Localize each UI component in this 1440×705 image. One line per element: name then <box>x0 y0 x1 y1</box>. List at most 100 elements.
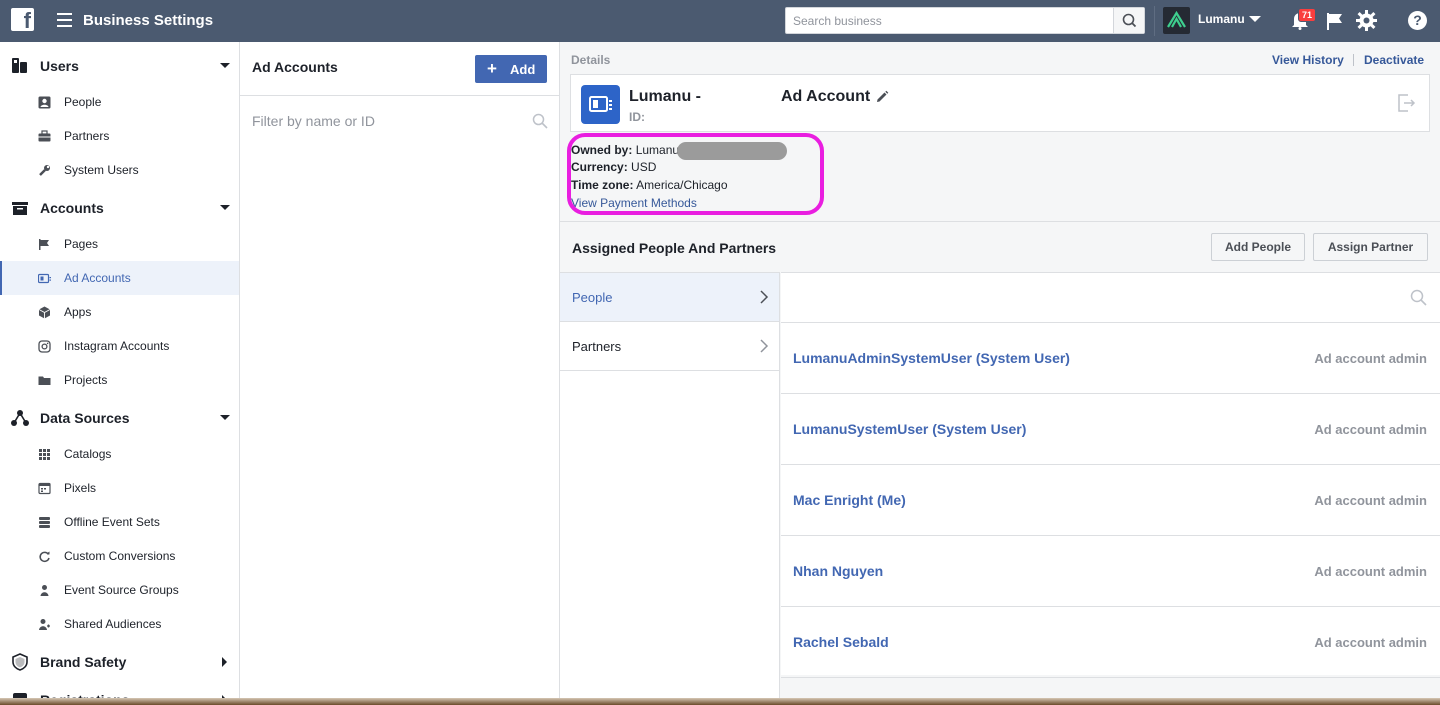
list-item[interactable]: LumanuSystemUser (System User) Ad accoun… <box>781 394 1440 465</box>
add-people-button[interactable]: Add People <box>1211 233 1305 261</box>
sidebar-item-shared-audiences[interactable]: Shared Audiences <box>0 607 239 641</box>
tab-partners[interactable]: Partners <box>560 322 779 371</box>
sidebar-item-event-source-groups[interactable]: Event Source Groups <box>0 573 239 607</box>
sidebar-item-offline-event-sets[interactable]: Offline Event Sets <box>0 505 239 539</box>
flag-icon <box>39 239 49 250</box>
sidebar-item-system-users[interactable]: System Users <box>0 153 239 187</box>
business-name[interactable]: Lumanu <box>1198 12 1245 26</box>
sidebar-item-label: Pages <box>64 237 99 251</box>
list-item[interactable]: LumanuAdminSystemUser (System User) Ad a… <box>781 323 1440 394</box>
lumanu-logo-icon <box>1167 10 1186 28</box>
app-title: Business Settings <box>83 12 214 29</box>
account-name: Lumanu - <box>629 88 701 105</box>
pencil-icon[interactable] <box>875 90 889 104</box>
sidebar-item-label: Partners <box>64 129 110 143</box>
account-type: Ad Account <box>781 88 871 105</box>
facebook-logo-icon[interactable]: f <box>11 8 34 31</box>
search-icon[interactable] <box>1410 289 1427 306</box>
ad-account-icon <box>38 273 51 284</box>
add-button-label: Add <box>510 62 536 77</box>
search-button[interactable] <box>1113 8 1144 33</box>
users-icon <box>12 58 27 73</box>
assign-partner-button[interactable]: Assign Partner <box>1313 233 1428 261</box>
person-name[interactable]: LumanuSystemUser (System User) <box>793 421 1026 437</box>
sidebar-item-label: Instagram Accounts <box>64 339 170 353</box>
person-icon <box>38 96 51 109</box>
menu-icon[interactable] <box>57 13 72 27</box>
details-heading: Details <box>571 53 611 67</box>
chevron-right-icon <box>760 290 769 304</box>
search-input[interactable] <box>786 8 1114 33</box>
sidebar-item-label: Offline Event Sets <box>64 515 160 529</box>
sidebar-section-users[interactable]: Users <box>0 48 239 84</box>
stack-icon <box>39 517 50 528</box>
top-bar: f Business Settings Lumanu 71 ? <box>0 0 1440 42</box>
sidebar-item-partners[interactable]: Partners <box>0 119 239 153</box>
divider <box>560 221 1440 222</box>
list-item[interactable]: Nhan Nguyen Ad account admin <box>781 536 1440 607</box>
sidebar-item-label: Shared Audiences <box>64 617 162 631</box>
person-name[interactable]: Rachel Sebald <box>793 634 889 650</box>
sidebar-section-data-sources[interactable]: Data Sources <box>0 400 239 436</box>
help-icon[interactable]: ? <box>1408 11 1427 30</box>
sidebar-item-ad-accounts[interactable]: Ad Accounts <box>0 261 239 295</box>
person-role: Ad account admin <box>1314 351 1427 366</box>
person-name[interactable]: Mac Enright (Me) <box>793 492 906 508</box>
tab-people[interactable]: People <box>560 273 779 322</box>
person-role: Ad account admin <box>1314 493 1427 508</box>
sidebar-section-accounts[interactable]: Accounts <box>0 190 239 226</box>
view-history-link[interactable]: View History <box>1272 53 1344 67</box>
account-info: Owned by: Lumanu Currency: USD Time zone… <box>567 133 831 215</box>
refresh-icon <box>39 551 50 563</box>
sidebar-item-label: System Users <box>64 163 139 177</box>
ad-account-icon <box>581 85 620 124</box>
sidebar-item-label: Ad Accounts <box>64 271 131 285</box>
cube-icon <box>38 306 51 319</box>
sidebar-item-projects[interactable]: Projects <box>0 363 239 397</box>
people-list: LumanuAdminSystemUser (System User) Ad a… <box>781 272 1440 678</box>
highlight-annotation <box>567 133 824 215</box>
deactivate-link[interactable]: Deactivate <box>1364 53 1424 67</box>
sidebar-section-label: Accounts <box>40 200 104 216</box>
account-header-card: Lumanu - Ad Account ID: <box>570 74 1430 132</box>
person-name[interactable]: LumanuAdminSystemUser (System User) <box>793 350 1070 366</box>
chevron-right-icon <box>760 339 769 353</box>
flag-icon[interactable] <box>1325 11 1345 31</box>
details-panel: Details View History Deactivate Lumanu -… <box>560 42 1440 705</box>
instagram-icon <box>38 340 51 353</box>
sidebar-item-label: People <box>64 95 102 109</box>
sidebar-section-label: Users <box>40 58 79 74</box>
sidebar-item-catalogs[interactable]: Catalogs <box>0 437 239 471</box>
person-name[interactable]: Nhan Nguyen <box>793 563 883 579</box>
sidebar-item-label: Apps <box>64 305 92 319</box>
person-role: Ad account admin <box>1314 422 1427 437</box>
exit-icon[interactable] <box>1395 92 1417 114</box>
ad-accounts-list-panel: Ad Accounts + Add <box>240 42 560 705</box>
topbar-divider <box>1154 6 1155 36</box>
sidebar-item-label: Event Source Groups <box>64 583 179 597</box>
person-role: Ad account admin <box>1314 635 1427 650</box>
chevron-down-icon <box>220 63 230 68</box>
accounts-icon <box>12 202 28 215</box>
chevron-down-icon[interactable] <box>1249 16 1261 22</box>
person-role: Ad account admin <box>1314 564 1427 579</box>
sidebar-item-pages[interactable]: Pages <box>0 227 239 261</box>
add-ad-account-button[interactable]: + Add <box>475 55 547 83</box>
gear-icon[interactable] <box>1356 10 1377 31</box>
business-avatar[interactable] <box>1163 7 1190 34</box>
group-icon <box>40 585 49 596</box>
sidebar-item-label: Catalogs <box>64 447 112 461</box>
list-item[interactable]: Rachel Sebald Ad account admin <box>781 607 1440 678</box>
divider <box>1353 54 1354 66</box>
sidebar-item-instagram-accounts[interactable]: Instagram Accounts <box>0 329 239 363</box>
sidebar-item-people[interactable]: People <box>0 85 239 119</box>
sidebar-section-brand-safety[interactable]: Brand Safety <box>0 644 239 680</box>
sidebar-item-pixels[interactable]: Pixels <box>0 471 239 505</box>
filter-input[interactable] <box>240 96 559 146</box>
sidebar-item-custom-conversions[interactable]: Custom Conversions <box>0 539 239 573</box>
account-id-label: ID: <box>629 110 645 124</box>
sidebar-item-apps[interactable]: Apps <box>0 295 239 329</box>
list-item[interactable]: Mac Enright (Me) Ad account admin <box>781 465 1440 536</box>
search-box <box>785 7 1145 34</box>
notification-badge: 71 <box>1298 8 1317 22</box>
